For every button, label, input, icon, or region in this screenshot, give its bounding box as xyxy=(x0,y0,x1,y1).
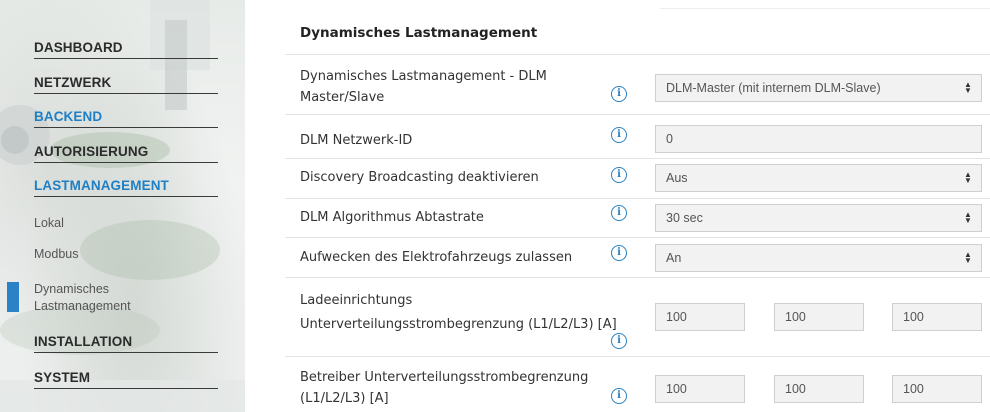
sidebar-item-system[interactable]: SYSTEM xyxy=(34,370,218,389)
row-label-dlm-netzwerk-id: DLM Netzwerk-ID xyxy=(300,133,413,148)
top-divider xyxy=(660,8,990,9)
row-label-dlm-abtastrate: DLM Algorithmus Abtastrate xyxy=(300,210,484,225)
select-value: An xyxy=(666,251,682,265)
sidebar-item-installation[interactable]: INSTALLATION xyxy=(34,334,218,353)
row-divider xyxy=(285,277,990,278)
row-label-line2: (L1/L2/L3) [A] xyxy=(300,391,389,406)
ladeeinrichtung-l2-input[interactable]: 100 xyxy=(774,303,864,331)
sidebar-item-dashboard[interactable]: DASHBOARD xyxy=(34,40,218,59)
sidebar-item-autorisierung[interactable]: AUTORISIERUNG xyxy=(34,144,218,163)
row-label-line1: Betreiber Unterverteilungsstrombegrenzun… xyxy=(300,370,589,385)
info-icon[interactable]: i xyxy=(611,86,627,102)
row-label-discovery-broadcasting: Discovery Broadcasting deaktivieren xyxy=(300,170,539,185)
info-icon[interactable]: i xyxy=(611,167,627,183)
row-divider xyxy=(285,54,990,55)
dlm-master-slave-select[interactable]: DLM-Master (mit internem DLM-Slave) ▲ ▼ xyxy=(655,74,982,102)
select-caret-icon: ▲ ▼ xyxy=(964,170,972,185)
active-item-marker xyxy=(7,282,19,312)
select-value: 30 sec xyxy=(666,211,703,225)
info-icon[interactable]: i xyxy=(611,333,627,349)
info-icon[interactable]: i xyxy=(611,245,627,261)
main-content: Dynamisches Lastmanagement Dynamisches L… xyxy=(245,0,990,412)
row-label-dlm-master-slave: Dynamisches Lastmanagement - DLM Master/… xyxy=(300,66,547,108)
discovery-broadcasting-select[interactable]: Aus ▲ ▼ xyxy=(655,164,982,192)
row-label-line2: Unterverteilungsstrombegrenzung (L1/L2/L… xyxy=(300,317,617,332)
info-icon[interactable]: i xyxy=(611,127,627,143)
sidebar-subitem-modbus[interactable]: Modbus xyxy=(34,247,218,261)
ladeeinrichtung-l1-input[interactable]: 100 xyxy=(655,303,745,331)
select-value: Aus xyxy=(666,171,688,185)
select-caret-icon: ▲ ▼ xyxy=(964,80,972,95)
select-value: DLM-Master (mit internem DLM-Slave) xyxy=(666,81,881,95)
section-title: Dynamisches Lastmanagement xyxy=(300,25,538,41)
row-label-betreiber: Betreiber Unterverteilungsstrombegrenzun… xyxy=(300,367,588,409)
sidebar-item-backend[interactable]: BACKEND xyxy=(34,109,218,128)
row-label-line1: Dynamisches Lastmanagement - DLM xyxy=(300,69,547,84)
row-divider xyxy=(285,356,990,357)
dlm-netzwerk-id-input[interactable]: 0 xyxy=(655,125,982,153)
info-icon[interactable]: i xyxy=(611,205,627,221)
row-divider xyxy=(285,198,990,199)
sidebar-subitem-label-line2: Lastmanagement xyxy=(34,299,131,313)
sidebar-subitem-dynamisches-lastmanagement[interactable]: Dynamisches Lastmanagement xyxy=(34,281,218,315)
sidebar: DASHBOARD NETZWERK BACKEND AUTORISIERUNG… xyxy=(0,0,245,412)
dlm-abtastrate-select[interactable]: 30 sec ▲ ▼ xyxy=(655,204,982,232)
sidebar-subitem-lokal[interactable]: Lokal xyxy=(34,216,218,230)
sidebar-item-lastmanagement[interactable]: LASTMANAGEMENT xyxy=(34,178,218,197)
select-caret-icon: ▲ ▼ xyxy=(964,250,972,265)
row-divider xyxy=(285,237,990,238)
sidebar-subitem-label-line1: Dynamisches xyxy=(34,282,110,296)
select-caret-icon: ▲ ▼ xyxy=(964,210,972,225)
betreiber-l1-input[interactable]: 100 xyxy=(655,375,745,403)
row-label-line1: Ladeeinrichtungs xyxy=(300,293,413,308)
row-label-line2: Master/Slave xyxy=(300,90,385,105)
betreiber-l2-input[interactable]: 100 xyxy=(774,375,864,403)
row-label-aufwecken: Aufwecken des Elektrofahrzeugs zulassen xyxy=(300,250,573,265)
betreiber-l3-input[interactable]: 100 xyxy=(892,375,982,403)
row-label-ladeeinrichtungs: Ladeeinrichtungs Unterverteilungsstrombe… xyxy=(300,289,617,337)
row-divider xyxy=(285,158,990,159)
aufwecken-select[interactable]: An ▲ ▼ xyxy=(655,244,982,272)
row-divider xyxy=(285,114,990,115)
sidebar-item-netzwerk[interactable]: NETZWERK xyxy=(34,75,218,94)
info-icon[interactable]: i xyxy=(611,388,627,404)
ladeeinrichtung-l3-input[interactable]: 100 xyxy=(892,303,982,331)
